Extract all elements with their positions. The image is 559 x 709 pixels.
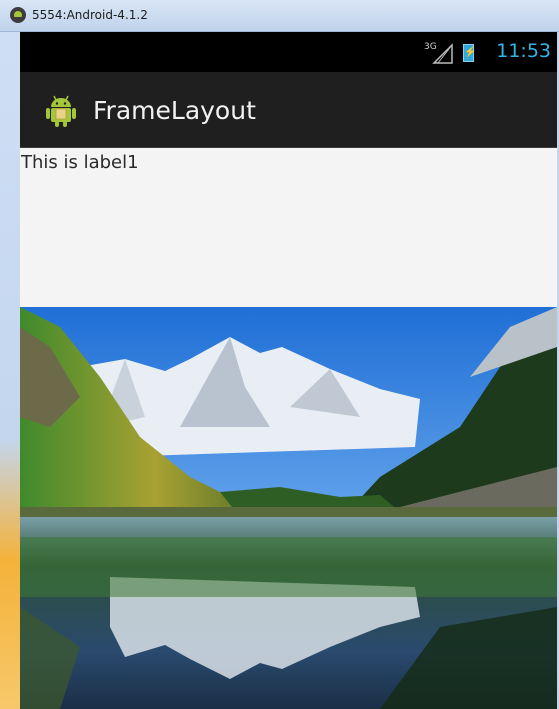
status-clock: 11:53: [496, 40, 551, 62]
mountain-lake-landscape-image: [20, 307, 557, 709]
action-bar: FrameLayout: [20, 72, 557, 148]
status-bar: 3G 11:53: [20, 32, 557, 72]
window-left-edge: [0, 32, 20, 709]
device-screen: 3G 11:53 Frame: [20, 32, 557, 709]
battery-charging-icon: [463, 44, 474, 62]
emulator-title-bar: 5554:Android-4.1.2: [0, 0, 559, 32]
label1-text: This is label1: [21, 152, 139, 173]
signal-icon: 3G: [424, 42, 454, 64]
android-app-icon[interactable]: [44, 94, 78, 128]
android-emulator-icon: [10, 7, 26, 23]
app-title: FrameLayout: [93, 96, 256, 125]
window-title: 5554:Android-4.1.2: [32, 8, 148, 22]
